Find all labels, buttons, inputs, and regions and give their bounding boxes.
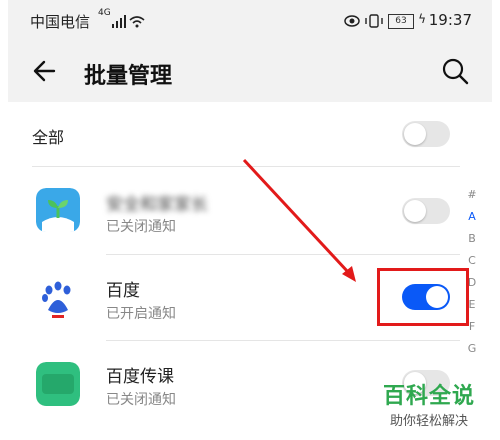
- annotation-arrow: [242, 158, 356, 282]
- watermark-title: 百科全说: [382, 384, 475, 409]
- watermark-subtitle: 助你轻松解决: [389, 414, 468, 429]
- watermark: 百科全说 助你轻松解决: [370, 378, 488, 429]
- app-window: 中国电信 4G 63 ϟ 19:37 批量管理 全部 安全和家家长 已关闭通知 …: [8, 0, 492, 440]
- highlight-box: [377, 268, 469, 326]
